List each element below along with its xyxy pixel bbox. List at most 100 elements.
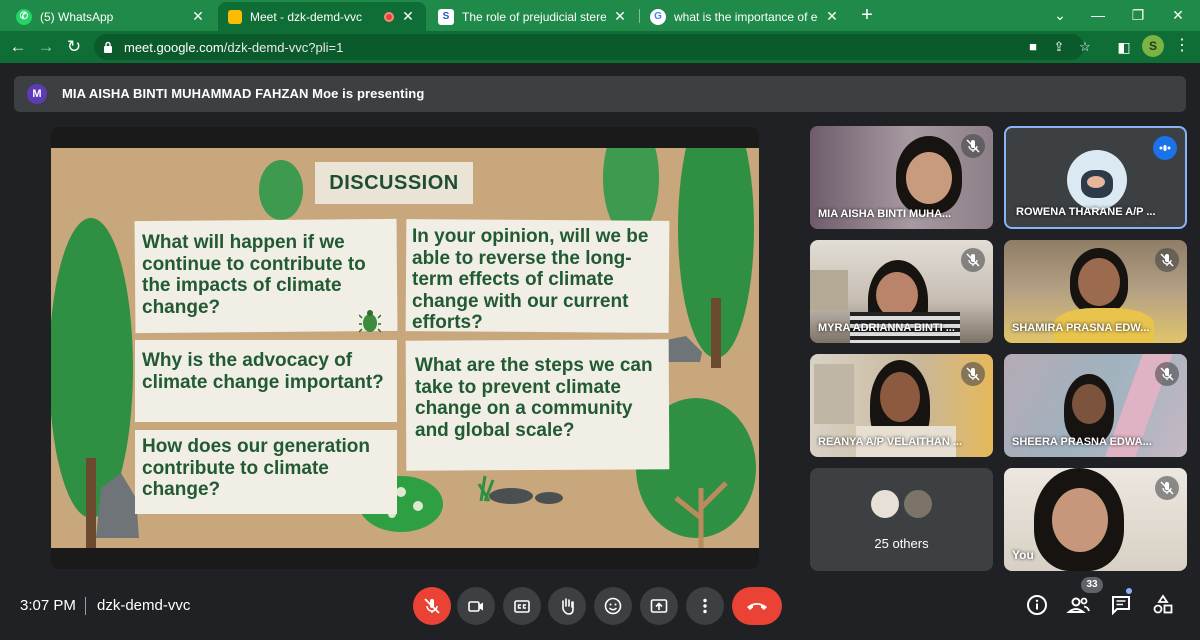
bookmark-star-icon[interactable]: ☆ xyxy=(1076,39,1094,55)
close-window-button[interactable]: ✕ xyxy=(1158,0,1198,31)
participant-tile[interactable]: MIA AISHA BINTI MUHA... xyxy=(810,126,993,229)
others-count-label: 25 others xyxy=(874,536,929,551)
info-icon xyxy=(1027,595,1047,615)
muted-mic-icon xyxy=(1155,476,1179,500)
camera-toggle-button[interactable] xyxy=(457,587,495,625)
url-text: meet.google.com/dzk-demd-vvc?pli=1 xyxy=(124,40,343,55)
tree-top-small-illustration xyxy=(259,160,303,220)
participant-tile[interactable]: SHAMIRA PRASNA EDW... xyxy=(1004,240,1187,343)
url-path: /dzk-demd-vvc?pli=1 xyxy=(223,40,344,55)
restore-button[interactable]: ❐ xyxy=(1118,0,1158,31)
chat-icon xyxy=(1112,596,1130,616)
meeting-code: dzk-demd-vvc xyxy=(97,597,191,614)
google-icon: G xyxy=(650,8,666,25)
chat-button[interactable] xyxy=(1108,592,1134,618)
share-icon[interactable]: ⇪ xyxy=(1050,39,1068,55)
presenter-avatar: M xyxy=(27,84,47,104)
new-tab-button[interactable]: + xyxy=(856,4,878,26)
doc-icon: S xyxy=(438,8,454,25)
meet-icon xyxy=(228,9,242,24)
grass-rocks-illustration xyxy=(477,475,563,504)
recording-indicator-icon xyxy=(384,11,394,22)
presenting-label: MIA AISHA BINTI MUHAMMAD FAHZAN Moe is p… xyxy=(62,86,425,101)
presenting-banner: M MIA AISHA BINTI MUHAMMAD FAHZAN Moe is… xyxy=(14,76,1186,112)
presentation-stage[interactable]: DISCUSSION What will happen if we contin… xyxy=(51,127,759,569)
whatsapp-icon: ✆ xyxy=(16,8,32,25)
question-2-text: In your opinion, will we be able to reve… xyxy=(412,226,649,333)
profile-avatar[interactable]: S xyxy=(1142,35,1164,57)
tab-title: The role of prejudicial stereotypes xyxy=(462,9,606,24)
close-icon[interactable]: ✕ xyxy=(190,8,206,25)
captions-icon xyxy=(514,600,530,613)
close-icon[interactable]: ✕ xyxy=(824,8,840,25)
side-panel-button[interactable]: ◧ xyxy=(1112,35,1136,59)
captions-button[interactable] xyxy=(503,587,541,625)
others-tile[interactable]: 25 others xyxy=(810,468,993,571)
others-avatar-1 xyxy=(869,488,901,520)
question-1-text: What will happen if we continue to contr… xyxy=(142,232,366,318)
meeting-time: 3:07 PM xyxy=(20,597,76,614)
tab-search-button[interactable]: ⌄ xyxy=(1040,0,1080,31)
browser-menu-button[interactable]: ⋮ xyxy=(1172,35,1192,57)
participant-name: SHEERA PRASNA EDWA... xyxy=(1012,436,1152,448)
rock-left-illustration xyxy=(96,473,139,538)
reload-button[interactable]: ↻ xyxy=(62,35,86,59)
participant-tile[interactable]: SHEERA PRASNA EDWA... xyxy=(1004,354,1187,457)
tab-stereotypes[interactable]: S The role of prejudicial stereotypes ✕ xyxy=(428,2,638,31)
present-screen-button[interactable] xyxy=(640,587,678,625)
self-view-tile[interactable]: You xyxy=(1004,468,1187,571)
muted-mic-icon xyxy=(961,134,985,158)
tab-title: what is the importance of equality xyxy=(674,9,818,24)
address-bar[interactable]: meet.google.com/dzk-demd-vvc?pli=1 ■ ⇪ ☆ xyxy=(94,34,1091,60)
activities-button[interactable] xyxy=(1150,592,1176,618)
muted-mic-icon xyxy=(1155,248,1179,272)
discussion-slide: DISCUSSION What will happen if we contin… xyxy=(51,148,759,548)
leave-call-button[interactable] xyxy=(732,587,782,625)
participant-count-badge: 33 xyxy=(1081,577,1103,593)
tab-meet[interactable]: Meet - dzk-demd-vvc ✕ xyxy=(218,2,426,31)
participant-tile[interactable]: MYRA ADRIANNA BINTI ... xyxy=(810,240,993,343)
participant-name: SHAMIRA PRASNA EDW... xyxy=(1012,322,1150,334)
hang-up-icon xyxy=(747,603,767,610)
muted-mic-icon xyxy=(961,248,985,272)
tab-google-search[interactable]: G what is the importance of equality ✕ xyxy=(640,2,850,31)
muted-mic-icon xyxy=(961,362,985,386)
meeting-details-button[interactable] xyxy=(1024,592,1050,618)
hand-icon xyxy=(562,598,574,615)
close-icon[interactable]: ✕ xyxy=(400,8,416,25)
minimize-button[interactable]: — xyxy=(1078,0,1118,31)
slide-heading: DISCUSSION xyxy=(315,162,473,204)
participant-avatar xyxy=(1067,150,1127,210)
browser-toolbar: ← → ↻ meet.google.com/dzk-demd-vvc?pli=1… xyxy=(0,31,1200,63)
more-options-button[interactable] xyxy=(686,587,724,625)
url-domain: meet.google.com xyxy=(124,40,224,55)
raise-hand-button[interactable] xyxy=(548,587,586,625)
participant-name: You xyxy=(1012,548,1034,562)
tab-title: Meet - dzk-demd-vvc xyxy=(250,9,363,24)
close-icon[interactable]: ✕ xyxy=(612,8,628,25)
more-vert-icon xyxy=(703,598,707,614)
question-3-text: Why is the advocacy of climate change im… xyxy=(142,350,384,393)
speaking-indicator-icon xyxy=(1153,136,1177,160)
reactions-button[interactable] xyxy=(594,587,632,625)
back-button[interactable]: ← xyxy=(6,35,30,59)
emoji-icon xyxy=(604,597,622,615)
participant-tile[interactable]: REANYA A/P VELAITHAN ... xyxy=(810,354,993,457)
participant-name: ROWENA THARANE A/P ... xyxy=(1016,206,1156,218)
camera-in-use-icon[interactable]: ■ xyxy=(1024,39,1042,55)
microphone-toggle-button[interactable] xyxy=(413,587,451,625)
people-button[interactable] xyxy=(1066,592,1092,618)
participant-name: MYRA ADRIANNA BINTI ... xyxy=(818,322,955,334)
forward-button[interactable]: → xyxy=(34,35,58,59)
others-avatar-2 xyxy=(902,488,934,520)
people-icon xyxy=(1066,597,1090,613)
camera-icon xyxy=(468,601,483,612)
browser-tab-strip: ✆ (5) WhatsApp ✕ Meet - dzk-demd-vvc ✕ S… xyxy=(0,0,1200,31)
present-icon xyxy=(650,599,668,613)
lock-icon xyxy=(104,41,112,53)
activities-icon xyxy=(1153,594,1173,614)
tab-whatsapp[interactable]: ✆ (5) WhatsApp ✕ xyxy=(6,2,216,31)
participant-tile-active-speaker[interactable]: ROWENA THARANE A/P ... xyxy=(1004,126,1187,229)
divider xyxy=(85,597,86,615)
muted-mic-icon xyxy=(1155,362,1179,386)
